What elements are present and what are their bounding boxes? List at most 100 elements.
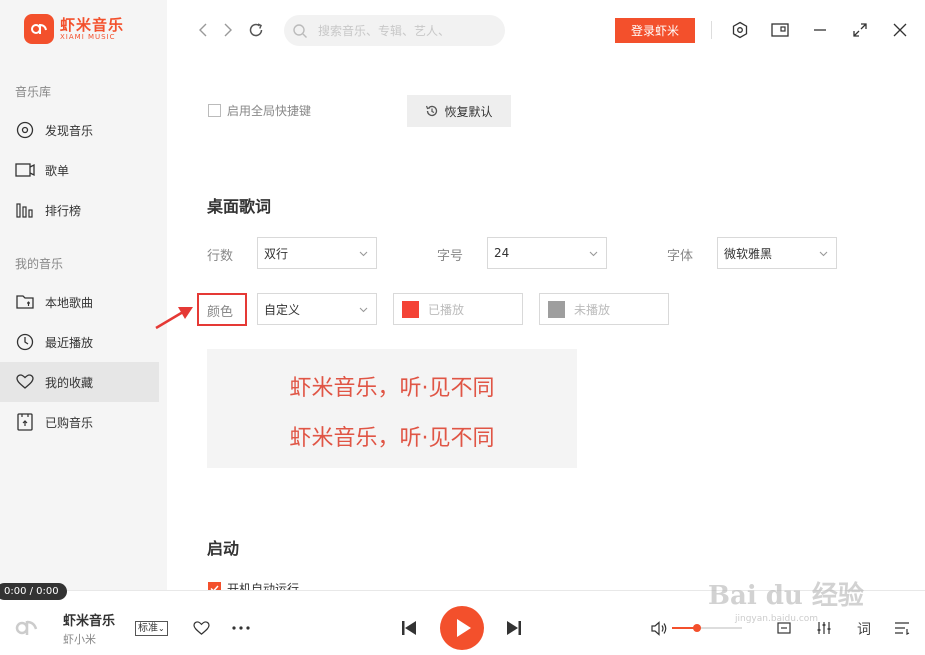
annotation-arrow-icon (155, 307, 193, 330)
color-mode-value: 自定义 (264, 302, 301, 317)
back-arrow-icon[interactable] (193, 20, 213, 40)
volume-slider[interactable] (672, 624, 742, 632)
favorite-heart-icon[interactable] (192, 619, 210, 637)
autostart-checkbox[interactable] (208, 582, 221, 590)
playlist-icon (15, 160, 35, 180)
loop-mode-icon[interactable] (775, 619, 793, 637)
desktop-lyrics-heading: 桌面歌词 (207, 197, 272, 216)
lines-label: 行数 (207, 249, 234, 264)
font-family-value: 微软雅黑 (724, 246, 773, 261)
play-icon (456, 618, 472, 638)
sidebar-item-charts[interactable]: 排行榜 (0, 190, 159, 230)
play-button[interactable] (440, 606, 484, 650)
clock-icon (15, 332, 35, 352)
sidebar: 虾米音乐 XIAMI MUSIC 音乐库 发现音乐 歌单 排行榜 我的音乐 本地… (0, 0, 167, 590)
autostart-option[interactable]: 开机自动运行 (208, 580, 299, 590)
sidebar-item-label: 最近播放 (45, 335, 94, 350)
app-logo[interactable]: 虾米音乐 XIAMI MUSIC (24, 14, 124, 44)
sidebar-item-playlists[interactable]: 歌单 (0, 150, 159, 190)
played-color-label: 已播放 (428, 302, 465, 317)
chart-icon (15, 200, 35, 220)
font-size-value: 24 (494, 246, 510, 260)
preview-line-2: 虾米音乐，听·见不同 (289, 426, 495, 451)
sidebar-item-recent[interactable]: 最近播放 (0, 322, 159, 362)
search-bar[interactable] (284, 15, 505, 46)
chevron-down-icon: ⌄ (158, 624, 165, 633)
autostart-label: 开机自动运行 (227, 582, 300, 590)
color-mode-select[interactable]: 自定义 (257, 293, 377, 325)
quality-dropdown[interactable]: 标准⌄ (135, 621, 168, 636)
sidebar-item-purchased[interactable]: 已购音乐 (0, 402, 159, 442)
playback-time: 0:00 / 0:00 (0, 583, 67, 600)
font-size-label: 字号 (437, 249, 464, 264)
global-shortcut-checkbox[interactable] (208, 104, 221, 117)
unplayed-color-swatch (548, 300, 565, 318)
sidebar-item-local[interactable]: 本地歌曲 (0, 282, 159, 322)
purchase-icon (15, 412, 35, 432)
font-family-label: 字体 (667, 249, 694, 264)
lyrics-preview: 虾米音乐，听·见不同 虾米音乐，听·见不同 (207, 349, 577, 468)
sidebar-item-label: 发现音乐 (45, 123, 94, 138)
playlist-queue-icon[interactable] (893, 619, 911, 637)
previous-track-icon[interactable] (400, 619, 418, 637)
chevron-down-icon (359, 302, 368, 316)
lines-value: 双行 (264, 246, 289, 261)
folder-icon (15, 292, 35, 312)
settings-panel: 启用全局快捷键 恢复默认 桌面歌词 行数 双行 字号 24 字体 微软雅黑 颜色… (167, 62, 925, 590)
unplayed-color-label: 未播放 (574, 302, 611, 317)
global-shortcut-label: 启用全局快捷键 (227, 104, 312, 118)
equalizer-icon[interactable] (815, 619, 833, 637)
global-shortcut-option[interactable]: 启用全局快捷键 (208, 102, 311, 119)
history-icon (425, 104, 439, 118)
font-size-select[interactable]: 24 (487, 237, 607, 269)
restore-defaults-button[interactable]: 恢复默认 (407, 95, 511, 127)
login-button[interactable]: 登录虾米 (615, 18, 695, 43)
disc-icon (15, 120, 35, 140)
lines-select[interactable]: 双行 (257, 237, 377, 269)
played-color-swatch (402, 300, 419, 318)
startup-heading: 启动 (207, 539, 240, 558)
xiami-logo-icon (24, 14, 54, 44)
song-title[interactable]: 虾米音乐 (63, 610, 115, 629)
quality-label: 标准 (138, 623, 158, 634)
sidebar-item-discover[interactable]: 发现音乐 (0, 110, 159, 150)
section-title-library: 音乐库 (15, 85, 52, 99)
player-bar: 虾米音乐 虾小米 标准⌄ 词 (0, 590, 925, 655)
volume-handle[interactable] (692, 624, 701, 632)
refresh-icon[interactable] (246, 20, 266, 40)
preview-line-1: 虾米音乐，听·见不同 (289, 376, 495, 401)
minimize-icon[interactable] (810, 20, 830, 40)
chevron-down-icon (819, 246, 828, 260)
toolbar-divider (711, 21, 712, 39)
played-color-picker[interactable]: 已播放 (393, 293, 523, 325)
lyrics-toggle[interactable]: 词 (857, 619, 871, 639)
album-art-icon[interactable] (14, 615, 40, 641)
top-bar: 登录虾米 (167, 0, 925, 62)
chevron-down-icon (359, 246, 368, 260)
settings-hexagon-icon[interactable] (730, 20, 750, 40)
mini-mode-icon[interactable] (770, 20, 790, 40)
search-input[interactable] (318, 23, 488, 38)
unplayed-color-picker[interactable]: 未播放 (539, 293, 669, 325)
volume-icon[interactable] (650, 619, 668, 637)
forward-arrow-icon[interactable] (218, 20, 238, 40)
chevron-down-icon (589, 246, 598, 260)
heart-icon (15, 372, 35, 392)
logo-subtitle: XIAMI MUSIC (60, 32, 116, 41)
maximize-icon[interactable] (850, 20, 870, 40)
logo-title: 虾米音乐 (60, 15, 125, 34)
font-family-select[interactable]: 微软雅黑 (717, 237, 837, 269)
color-label: 颜色 (207, 305, 234, 320)
next-track-icon[interactable] (505, 619, 523, 637)
search-icon (292, 23, 308, 39)
sidebar-item-label: 排行榜 (45, 203, 82, 218)
restore-defaults-label: 恢复默认 (444, 104, 493, 119)
song-artist[interactable]: 虾小米 (63, 631, 96, 647)
close-icon[interactable] (890, 20, 910, 40)
sidebar-item-label: 本地歌曲 (45, 295, 94, 310)
sidebar-item-label: 我的收藏 (45, 375, 94, 390)
more-options-icon[interactable] (231, 619, 251, 637)
sidebar-item-label: 已购音乐 (45, 415, 94, 430)
sidebar-item-favorites[interactable]: 我的收藏 (0, 362, 159, 402)
sidebar-item-label: 歌单 (45, 163, 70, 178)
